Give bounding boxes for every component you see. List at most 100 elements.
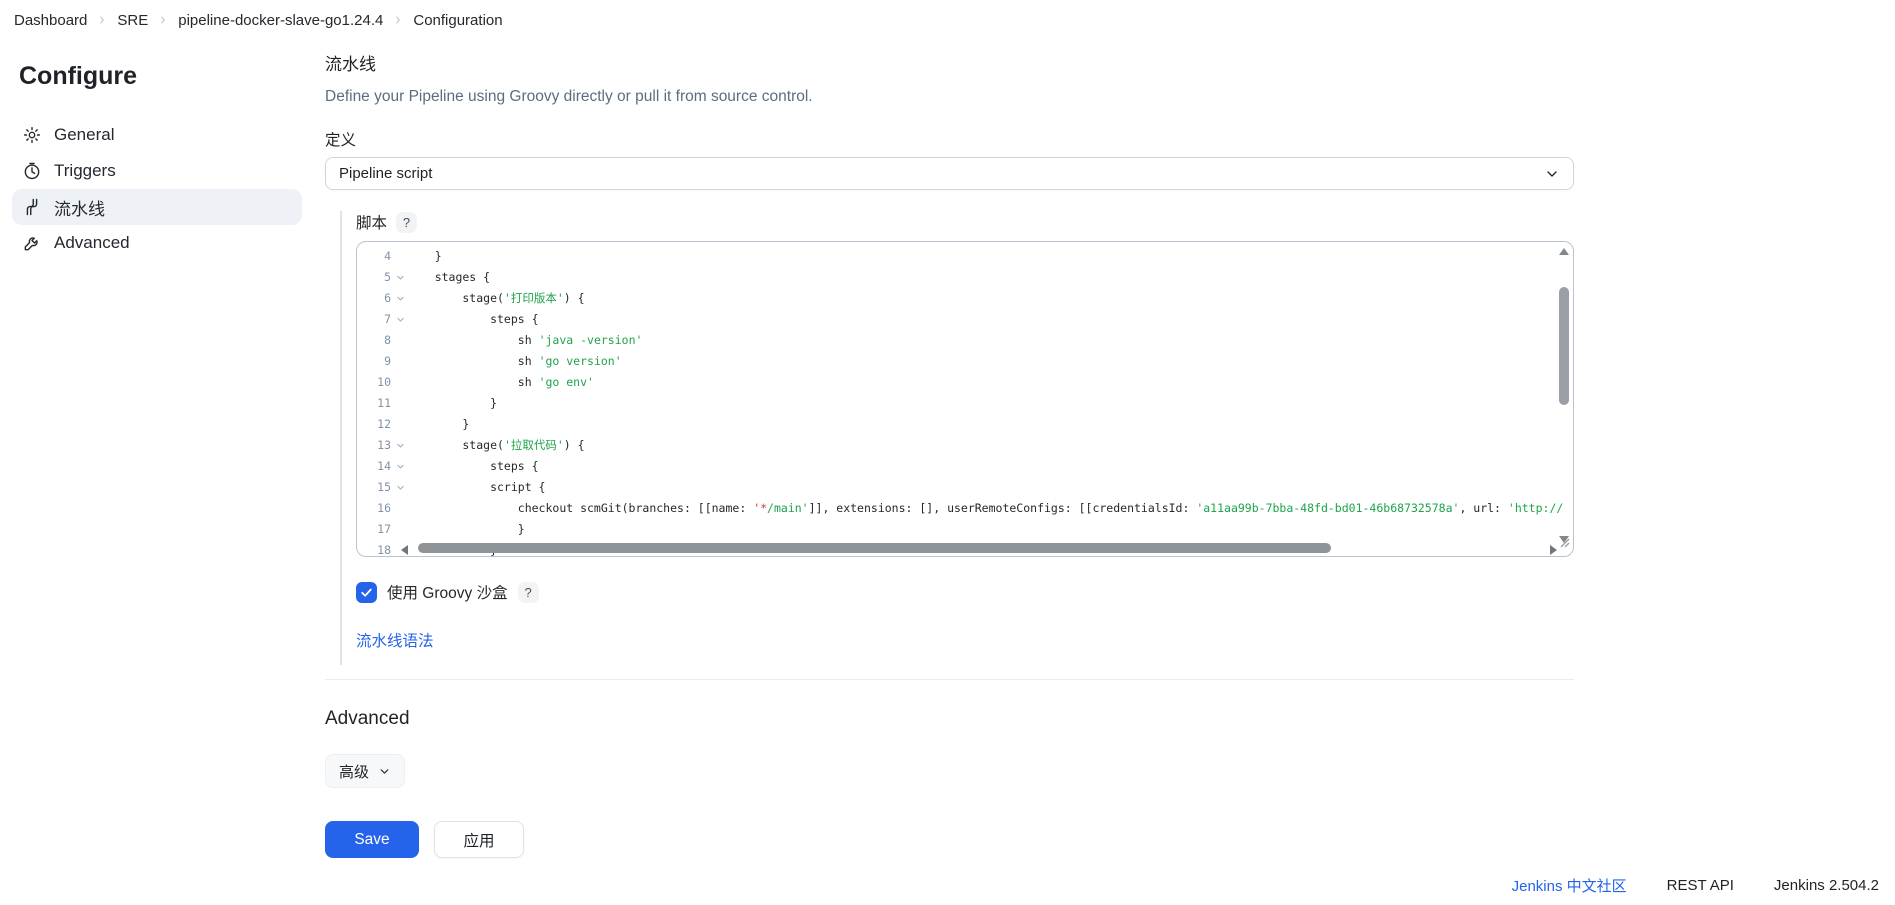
pipeline-script-editor[interactable]: 4 }5 stages {6 stage('打印版本') {7 steps {8…: [356, 241, 1574, 557]
editor-horizontal-scrollbar: [409, 543, 1557, 554]
line-number: 6: [357, 288, 393, 309]
editor-line: 15 script {: [357, 477, 1573, 498]
fold-arrow-icon[interactable]: [393, 435, 407, 456]
line-number: 8: [357, 330, 393, 351]
line-number: 4: [357, 246, 393, 267]
fold-gutter: [393, 372, 407, 393]
line-number: 11: [357, 393, 393, 414]
code-text: stages {: [407, 267, 1573, 288]
chevron-down-icon: [378, 765, 391, 778]
editor-line: 13 stage('拉取代码') {: [357, 435, 1573, 456]
editor-resize-handle[interactable]: [1560, 535, 1570, 553]
pipeline-icon: [22, 197, 42, 217]
editor-line: 10 sh 'go env': [357, 372, 1573, 393]
advanced-toggle-button[interactable]: 高级: [325, 754, 405, 788]
sidebar-item-label: Triggers: [54, 161, 116, 181]
clock-icon: [22, 161, 42, 181]
scroll-left-arrow[interactable]: [401, 545, 408, 555]
breadcrumb-item[interactable]: SRE: [117, 12, 148, 29]
line-number: 13: [357, 435, 393, 456]
editor-line: 6 stage('打印版本') {: [357, 288, 1573, 309]
breadcrumb: Dashboard SRE pipeline-docker-slave-go1.24…: [0, 0, 1895, 40]
editor-line: 4 }: [357, 246, 1573, 267]
breadcrumb-separator-icon: [393, 13, 403, 27]
apply-button[interactable]: 应用: [434, 821, 524, 858]
fold-arrow-icon[interactable]: [393, 267, 407, 288]
horizontal-scroll-thumb[interactable]: [418, 543, 1331, 553]
pipeline-section-title: 流水线: [325, 50, 1574, 75]
groovy-sandbox-checkbox[interactable]: [356, 582, 377, 603]
scroll-up-arrow[interactable]: [1559, 248, 1569, 255]
fold-arrow-icon[interactable]: [393, 477, 407, 498]
script-section: 脚本 ? 4 }5 stages {6 stage('打印版本') {7 ste…: [340, 211, 1574, 665]
wrench-icon: [22, 233, 42, 253]
breadcrumb-separator-icon: [158, 13, 168, 27]
save-button[interactable]: Save: [325, 821, 419, 858]
line-number: 18: [357, 540, 393, 557]
fold-gutter: [393, 246, 407, 267]
editor-line: 7 steps {: [357, 309, 1573, 330]
script-help-button[interactable]: ?: [396, 212, 417, 233]
jenkins-version-label: Jenkins 2.504.2: [1774, 877, 1879, 894]
sidebar-item-general[interactable]: General: [12, 117, 302, 153]
rest-api-link[interactable]: REST API: [1667, 877, 1734, 894]
pipeline-syntax-link[interactable]: 流水线语法: [356, 629, 434, 651]
vertical-scroll-thumb[interactable]: [1559, 287, 1569, 405]
breadcrumb-item[interactable]: pipeline-docker-slave-go1.24.4: [178, 12, 383, 29]
definition-select-value: Pipeline script: [339, 165, 432, 182]
breadcrumb-item[interactable]: Dashboard: [14, 12, 87, 29]
scroll-right-arrow[interactable]: [1550, 545, 1557, 555]
fold-gutter: [393, 498, 407, 519]
page-title: Configure: [19, 62, 310, 91]
editor-line: 17 }: [357, 519, 1573, 540]
code-text: steps {: [407, 309, 1573, 330]
code-text: script {: [407, 477, 1573, 498]
groovy-sandbox-label: 使用 Groovy 沙盒: [387, 581, 508, 603]
pipeline-description: Define your Pipeline using Groovy direct…: [325, 88, 1574, 106]
line-number: 15: [357, 477, 393, 498]
code-text: steps {: [407, 456, 1573, 477]
code-text: sh 'go env': [407, 372, 1573, 393]
sidebar-item-label: Advanced: [54, 233, 130, 253]
section-divider: [325, 679, 1574, 680]
editor-line: 11 }: [357, 393, 1573, 414]
definition-select[interactable]: Pipeline script: [325, 157, 1574, 190]
code-text: }: [407, 519, 1573, 540]
line-number: 5: [357, 267, 393, 288]
code-text: stage('拉取代码') {: [407, 435, 1573, 456]
editor-line: 5 stages {: [357, 267, 1573, 288]
main-content: 流水线 Define your Pipeline using Groovy di…: [325, 40, 1574, 858]
check-icon: [360, 586, 373, 599]
footer: Jenkins 中文社区 REST API Jenkins 2.504.2: [1512, 875, 1879, 896]
sidebar-item-label: 流水线: [54, 195, 105, 220]
code-text: sh 'go version': [407, 351, 1573, 372]
fold-gutter: [393, 330, 407, 351]
sidebar: Configure General Triggers 流水线 Advanced: [0, 40, 310, 261]
editor-line: 9 sh 'go version': [357, 351, 1573, 372]
line-number: 16: [357, 498, 393, 519]
editor-vertical-scrollbar: [1558, 245, 1570, 543]
line-number: 10: [357, 372, 393, 393]
definition-label: 定义: [325, 128, 1574, 150]
fold-arrow-icon[interactable]: [393, 456, 407, 477]
fold-gutter: [393, 351, 407, 372]
breadcrumb-item[interactable]: Configuration: [413, 12, 502, 29]
sandbox-help-button[interactable]: ?: [518, 582, 539, 603]
fold-arrow-icon[interactable]: [393, 309, 407, 330]
editor-line: 12 }: [357, 414, 1573, 435]
code-text: stage('打印版本') {: [407, 288, 1573, 309]
line-number: 14: [357, 456, 393, 477]
sidebar-item-triggers[interactable]: Triggers: [12, 153, 302, 189]
code-text: }: [407, 393, 1573, 414]
sidebar-item-流水线[interactable]: 流水线: [12, 189, 302, 225]
fold-arrow-icon[interactable]: [393, 288, 407, 309]
gear-icon: [22, 125, 42, 145]
fold-gutter: [393, 414, 407, 435]
chevron-down-icon: [1544, 166, 1560, 182]
fold-gutter: [393, 393, 407, 414]
advanced-section-title: Advanced: [325, 708, 1574, 730]
line-number: 9: [357, 351, 393, 372]
sidebar-item-advanced[interactable]: Advanced: [12, 225, 302, 261]
editor-line: 14 steps {: [357, 456, 1573, 477]
footer-link[interactable]: Jenkins 中文社区: [1512, 875, 1627, 896]
